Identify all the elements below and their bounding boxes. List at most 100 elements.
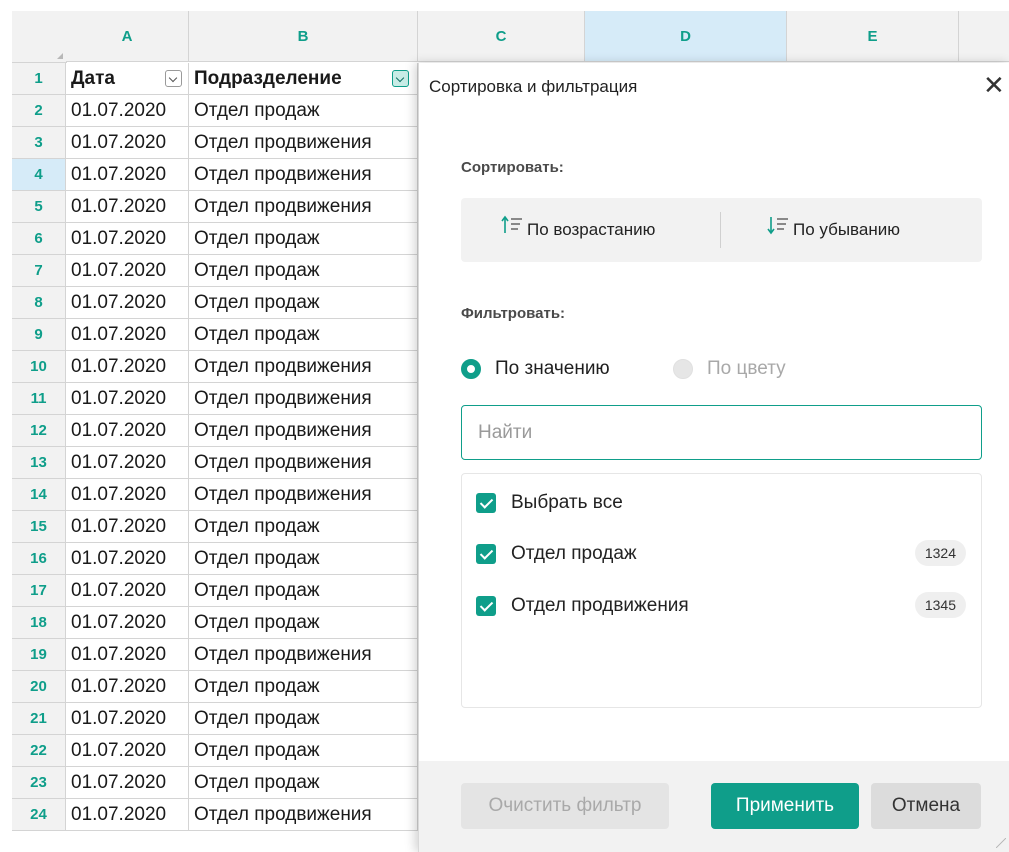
cell-department[interactable]: Отдел продвижения xyxy=(189,127,418,159)
cell-date[interactable]: 01.07.2020 xyxy=(66,223,189,255)
resize-grip-icon[interactable] xyxy=(996,838,1006,848)
cell-date[interactable]: 01.07.2020 xyxy=(66,767,189,799)
filter-by-color-label: По цвету xyxy=(707,358,786,379)
select-all-checkbox[interactable]: Выбрать все xyxy=(476,491,966,515)
row-header[interactable]: 19 xyxy=(12,639,66,671)
cell-department[interactable]: Отдел продаж xyxy=(189,223,418,255)
header-cell-department[interactable]: Подразделение xyxy=(189,63,418,95)
column-header-b[interactable]: B xyxy=(189,11,418,62)
cell-date[interactable]: 01.07.2020 xyxy=(66,287,189,319)
cell-department[interactable]: Отдел продаж xyxy=(189,255,418,287)
search-input[interactable] xyxy=(461,405,982,460)
row-header[interactable]: 7 xyxy=(12,255,66,287)
sort-descending-button[interactable]: По убыванию xyxy=(767,198,900,262)
cell-department[interactable]: Отдел продаж xyxy=(189,607,418,639)
cell-date[interactable]: 01.07.2020 xyxy=(66,159,189,191)
cell-date[interactable]: 01.07.2020 xyxy=(66,735,189,767)
cell-department[interactable]: Отдел продаж xyxy=(189,671,418,703)
cell-department[interactable]: Отдел продаж xyxy=(189,287,418,319)
cell-date[interactable]: 01.07.2020 xyxy=(66,191,189,223)
sort-ascending-button[interactable]: По возрастанию xyxy=(501,198,655,262)
row-header[interactable]: 3 xyxy=(12,127,66,159)
column-header-d[interactable]: D xyxy=(585,11,787,62)
cell-date[interactable]: 01.07.2020 xyxy=(66,383,189,415)
filter-by-value-radio[interactable]: По значению xyxy=(461,357,641,381)
cell-date[interactable]: 01.07.2020 xyxy=(66,351,189,383)
cell-date[interactable]: 01.07.2020 xyxy=(66,575,189,607)
column-header-a[interactable]: A xyxy=(66,11,189,62)
row-header[interactable]: 20 xyxy=(12,671,66,703)
row-header[interactable]: 9 xyxy=(12,319,66,351)
row-header[interactable]: 17 xyxy=(12,575,66,607)
column-header-e[interactable]: E xyxy=(787,11,959,62)
cell-department[interactable]: Отдел продвижения xyxy=(189,799,418,831)
cell-department[interactable]: Отдел продаж xyxy=(189,95,418,127)
cell-date[interactable]: 01.07.2020 xyxy=(66,543,189,575)
cell-date[interactable]: 01.07.2020 xyxy=(66,703,189,735)
row-header[interactable]: 14 xyxy=(12,479,66,511)
cell-date[interactable]: 01.07.2020 xyxy=(66,447,189,479)
row-header[interactable]: 10 xyxy=(12,351,66,383)
cell-department[interactable]: Отдел продвижения xyxy=(189,351,418,383)
cell-department[interactable]: Отдел продвижения xyxy=(189,479,418,511)
cell-date[interactable]: 01.07.2020 xyxy=(66,95,189,127)
cell-department[interactable]: Отдел продаж xyxy=(189,703,418,735)
row-header[interactable]: 22 xyxy=(12,735,66,767)
select-all-corner[interactable] xyxy=(12,11,67,63)
row-header[interactable]: 16 xyxy=(12,543,66,575)
cell-department[interactable]: Отдел продвижения xyxy=(189,383,418,415)
cancel-button[interactable]: Отмена xyxy=(871,783,981,829)
column-header-c[interactable]: C xyxy=(418,11,585,62)
row-header[interactable]: 4 xyxy=(12,159,66,191)
cell-date[interactable]: 01.07.2020 xyxy=(66,127,189,159)
row-header[interactable]: 12 xyxy=(12,415,66,447)
row-header[interactable]: 21 xyxy=(12,703,66,735)
filter-value-count: 1345 xyxy=(914,592,966,618)
row-header[interactable]: 5 xyxy=(12,191,66,223)
cell-department[interactable]: Отдел продвижения xyxy=(189,415,418,447)
sort-section-label: Сортировать: xyxy=(461,159,564,176)
cell-department[interactable]: Отдел продаж xyxy=(189,511,418,543)
cell-date[interactable]: 01.07.2020 xyxy=(66,639,189,671)
cell-date[interactable]: 01.07.2020 xyxy=(66,255,189,287)
filter-active-icon[interactable] xyxy=(392,70,409,87)
checkbox-checked-icon xyxy=(476,493,496,513)
apply-button[interactable]: Применить xyxy=(711,783,859,829)
row-header[interactable]: 13 xyxy=(12,447,66,479)
cell-date[interactable]: 01.07.2020 xyxy=(66,319,189,351)
cell-date[interactable]: 01.07.2020 xyxy=(66,415,189,447)
cell-department[interactable]: Отдел продаж xyxy=(189,319,418,351)
cell-department[interactable]: Отдел продаж xyxy=(189,575,418,607)
row-header[interactable]: 15 xyxy=(12,511,66,543)
filter-value-label: Отдел продаж xyxy=(511,543,637,564)
sort-ascending-icon xyxy=(501,198,527,262)
cell-department[interactable]: Отдел продаж xyxy=(189,735,418,767)
filter-value-item[interactable]: Отдел продаж 1324 xyxy=(476,540,966,566)
cell-date[interactable]: 01.07.2020 xyxy=(66,511,189,543)
row-header[interactable]: 24 xyxy=(12,799,66,831)
filter-by-color-radio[interactable]: По цвету xyxy=(673,357,813,381)
checkbox-checked-icon xyxy=(476,596,496,616)
row-header[interactable]: 23 xyxy=(12,767,66,799)
row-header[interactable]: 11 xyxy=(12,383,66,415)
cell-date[interactable]: 01.07.2020 xyxy=(66,479,189,511)
cell-department[interactable]: Отдел продвижения xyxy=(189,159,418,191)
cell-department[interactable]: Отдел продвижения xyxy=(189,191,418,223)
cell-date[interactable]: 01.07.2020 xyxy=(66,671,189,703)
cell-department[interactable]: Отдел продаж xyxy=(189,767,418,799)
row-header[interactable]: 8 xyxy=(12,287,66,319)
filter-value-item[interactable]: Отдел продвижения 1345 xyxy=(476,592,966,618)
column-header-f[interactable] xyxy=(959,11,1009,62)
filter-dropdown-icon[interactable] xyxy=(165,70,182,87)
cell-date[interactable]: 01.07.2020 xyxy=(66,799,189,831)
row-header[interactable]: 1 xyxy=(12,63,66,95)
cell-department[interactable]: Отдел продвижения xyxy=(189,639,418,671)
cell-department[interactable]: Отдел продаж xyxy=(189,543,418,575)
row-header[interactable]: 2 xyxy=(12,95,66,127)
row-header[interactable]: 6 xyxy=(12,223,66,255)
row-header[interactable]: 18 xyxy=(12,607,66,639)
close-icon[interactable]: ✕ xyxy=(983,70,1005,100)
cell-date[interactable]: 01.07.2020 xyxy=(66,607,189,639)
cell-department[interactable]: Отдел продвижения xyxy=(189,447,418,479)
clear-filter-button[interactable]: Очистить фильтр xyxy=(461,783,669,829)
